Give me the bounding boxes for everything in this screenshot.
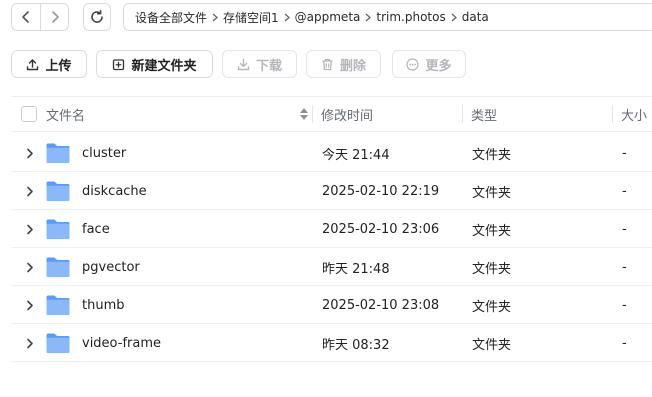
file-name[interactable]: diskcache xyxy=(82,172,147,210)
more-button[interactable]: 更多 xyxy=(392,50,466,78)
chevron-right-icon xyxy=(451,13,457,22)
download-icon xyxy=(237,58,250,71)
expand-chevron-icon[interactable] xyxy=(23,260,37,274)
expand-chevron-icon[interactable] xyxy=(23,184,37,198)
column-header-name[interactable]: 文件名 xyxy=(46,97,85,131)
table-row[interactable]: pgvector 昨天 21:48 文件夹 - xyxy=(11,248,652,286)
table-header: 文件名 修改时间 类型 大小 xyxy=(11,96,652,132)
upload-icon xyxy=(26,58,39,71)
file-name[interactable]: thumb xyxy=(82,286,125,324)
upload-button[interactable]: 上传 xyxy=(11,50,87,78)
table-row[interactable]: thumb 2025-02-10 23:08 文件夹 - xyxy=(11,286,652,324)
chevron-left-icon xyxy=(22,11,29,23)
file-type: 文件夹 xyxy=(472,261,512,277)
forward-button[interactable] xyxy=(40,4,68,30)
upload-label: 上传 xyxy=(45,58,72,74)
folder-icon xyxy=(46,143,70,163)
file-size: - xyxy=(622,221,627,237)
breadcrumb-item-current[interactable]: data xyxy=(462,10,489,24)
file-size: - xyxy=(622,335,627,351)
select-all-checkbox[interactable] xyxy=(21,106,37,122)
chevron-right-icon xyxy=(51,11,59,23)
navigation-bar: 设备全部文件 存储空间1 @appmeta trim.photos data xyxy=(0,0,652,34)
file-modified: 今天 21:44 xyxy=(322,147,390,163)
new-folder-label: 新建文件夹 xyxy=(131,58,197,74)
table-row[interactable]: diskcache 2025-02-10 22:19 文件夹 - xyxy=(11,172,652,210)
column-header-type[interactable]: 类型 xyxy=(471,97,497,131)
file-size: - xyxy=(622,259,627,275)
sort-icon[interactable] xyxy=(299,107,309,121)
folder-icon xyxy=(46,295,70,315)
folder-icon xyxy=(46,219,70,239)
file-modified: 2025-02-10 23:06 xyxy=(322,221,440,237)
expand-chevron-icon[interactable] xyxy=(23,298,37,312)
back-button[interactable] xyxy=(12,4,40,30)
new-folder-icon xyxy=(112,58,125,71)
file-name[interactable]: video-frame xyxy=(82,324,161,362)
file-modified: 昨天 21:48 xyxy=(322,261,390,277)
refresh-button[interactable] xyxy=(83,3,111,31)
file-type: 文件夹 xyxy=(472,185,512,201)
file-modified: 2025-02-10 22:19 xyxy=(322,183,440,199)
delete-button[interactable]: 删除 xyxy=(306,50,381,78)
delete-label: 删除 xyxy=(339,58,366,74)
expand-chevron-icon[interactable] xyxy=(23,336,37,350)
breadcrumb-item[interactable]: 存储空间1 xyxy=(223,9,279,26)
file-modified: 昨天 08:32 xyxy=(322,337,390,353)
file-size: - xyxy=(622,183,627,199)
chevron-right-icon xyxy=(284,13,290,22)
chevron-right-icon xyxy=(212,13,219,22)
column-divider[interactable] xyxy=(612,105,613,123)
file-name[interactable]: cluster xyxy=(82,134,126,172)
trash-icon xyxy=(321,58,334,71)
breadcrumb: 设备全部文件 存储空间1 @appmeta trim.photos data xyxy=(123,3,652,31)
file-size: - xyxy=(622,145,627,161)
folder-icon xyxy=(46,181,70,201)
column-header-size[interactable]: 大小 xyxy=(621,97,647,131)
breadcrumb-item[interactable]: 设备全部文件 xyxy=(135,9,207,26)
column-divider[interactable] xyxy=(462,105,463,123)
file-size: - xyxy=(622,297,627,313)
table-row[interactable]: video-frame 昨天 08:32 文件夹 - xyxy=(11,324,652,362)
download-button[interactable]: 下载 xyxy=(222,50,297,78)
refresh-icon xyxy=(91,10,103,23)
breadcrumb-item[interactable]: @appmeta xyxy=(295,10,361,24)
history-nav-group xyxy=(11,3,69,31)
table-row[interactable]: face 2025-02-10 23:06 文件夹 - xyxy=(11,210,652,248)
folder-icon xyxy=(46,257,70,277)
chevron-right-icon xyxy=(365,13,372,22)
column-divider[interactable] xyxy=(312,105,313,123)
file-type: 文件夹 xyxy=(472,337,512,353)
file-name[interactable]: pgvector xyxy=(82,248,140,286)
expand-chevron-icon[interactable] xyxy=(23,146,37,160)
file-type: 文件夹 xyxy=(472,223,512,239)
more-icon xyxy=(406,57,420,71)
folder-icon xyxy=(46,333,70,353)
more-label: 更多 xyxy=(425,58,452,74)
expand-chevron-icon[interactable] xyxy=(23,222,37,236)
file-name[interactable]: face xyxy=(82,210,110,248)
file-type: 文件夹 xyxy=(472,147,512,163)
column-header-modified[interactable]: 修改时间 xyxy=(321,97,373,131)
file-type: 文件夹 xyxy=(472,299,512,315)
download-label: 下载 xyxy=(255,58,282,74)
breadcrumb-item[interactable]: trim.photos xyxy=(376,10,445,24)
file-modified: 2025-02-10 23:08 xyxy=(322,297,440,313)
new-folder-button[interactable]: 新建文件夹 xyxy=(96,50,213,78)
table-row[interactable]: cluster 今天 21:44 文件夹 - xyxy=(11,134,652,172)
